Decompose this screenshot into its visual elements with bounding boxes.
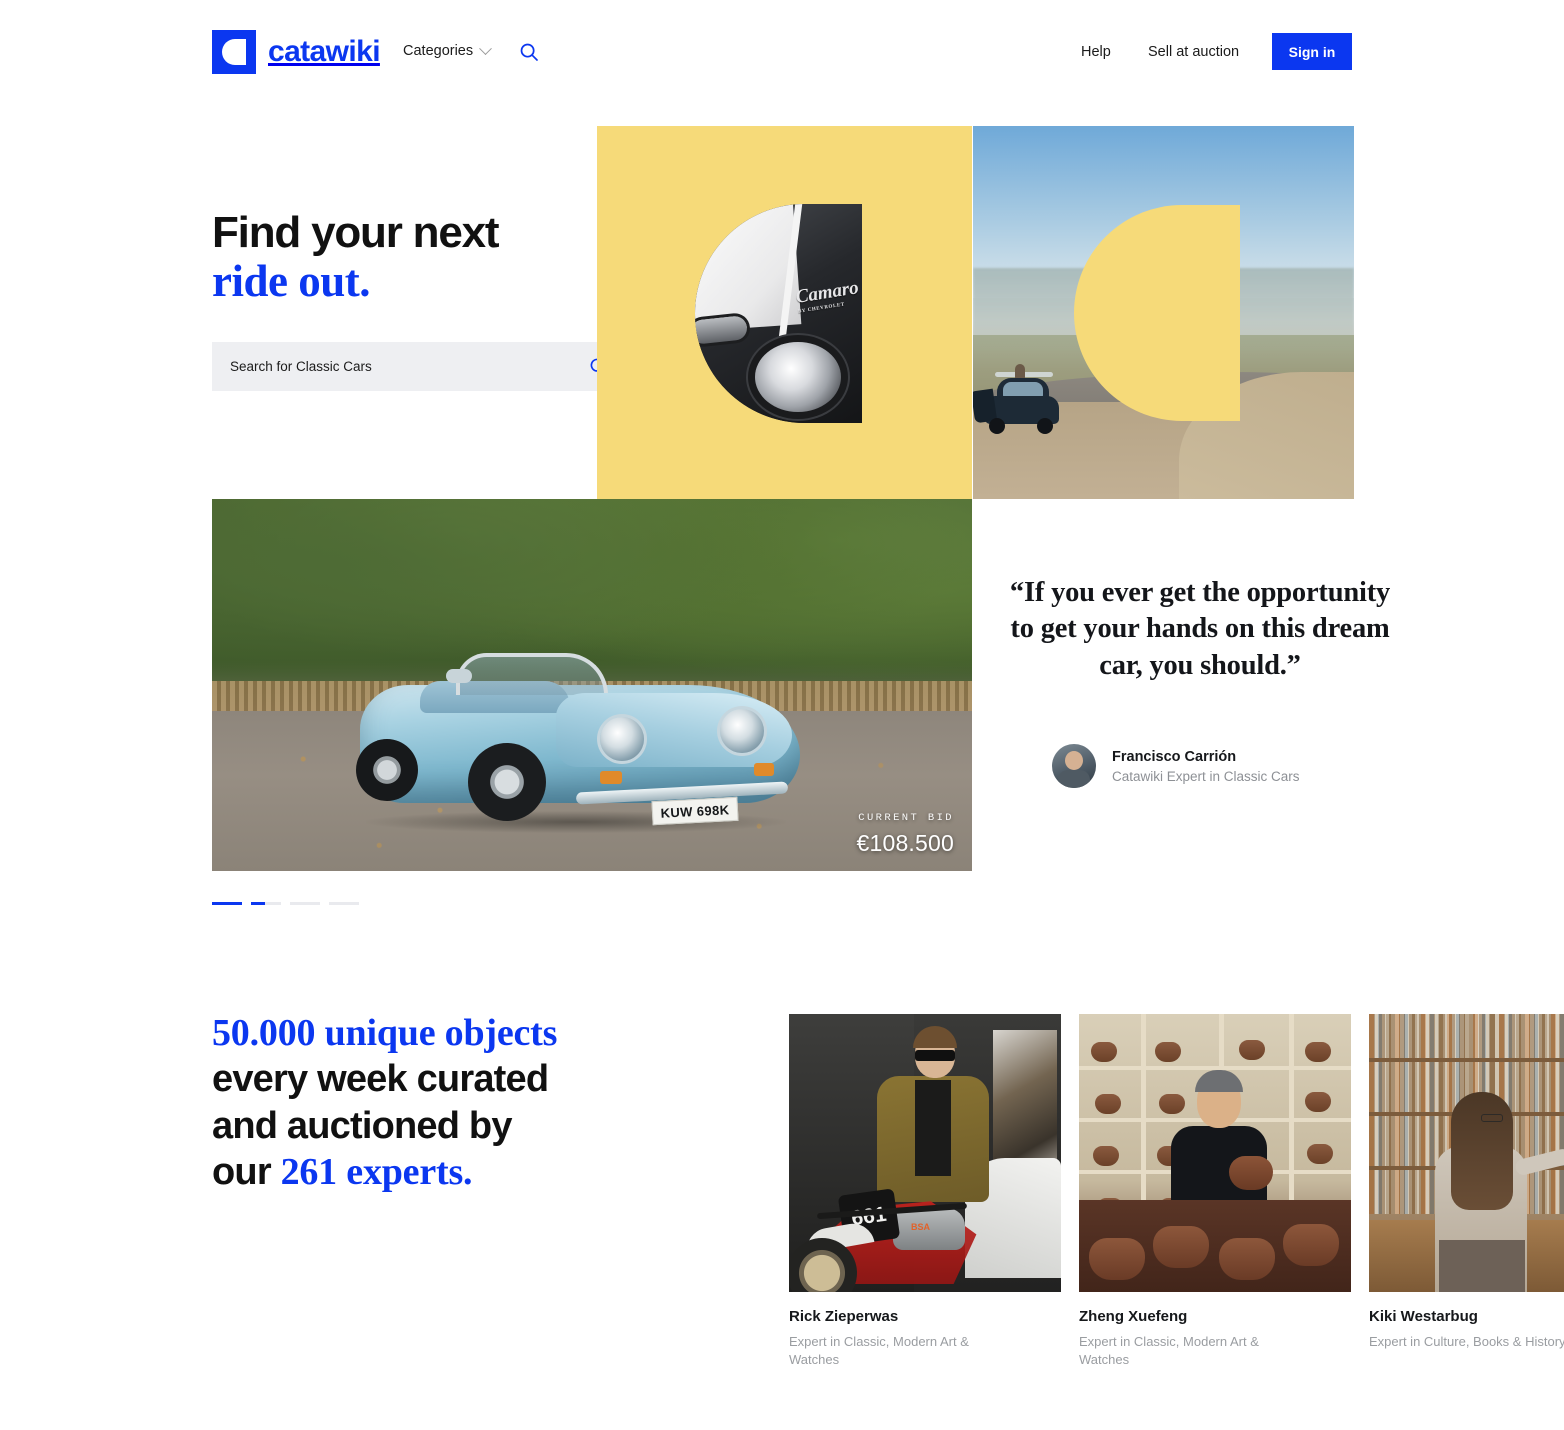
- expert-role: Expert in Culture, Books & History: [1369, 1334, 1564, 1349]
- current-bid-amount: €108.500: [856, 830, 954, 856]
- carousel-progress-bar-1[interactable]: [212, 902, 242, 905]
- carousel-progress-bar-3[interactable]: [290, 902, 320, 905]
- expert-role: Expert in Classic, Modern Art & Watches: [789, 1334, 969, 1367]
- experts-heading-count: 261 experts.: [280, 1151, 473, 1194]
- hero-heading-line2: ride out.: [212, 256, 371, 307]
- hero-image-camaro: Camaro BY CHEVROLET: [695, 204, 862, 423]
- hero-carousel-progress[interactable]: [212, 902, 359, 905]
- experts-heading-line4-prefix: our: [212, 1151, 281, 1194]
- porsche-356-speedster: KUW 698K: [356, 647, 800, 833]
- expert-role: Expert in Classic, Modern Art & Watches: [1079, 1334, 1259, 1367]
- search-input[interactable]: [212, 359, 574, 374]
- hero-image-porsche[interactable]: KUW 698K CURRENT BID €108.500: [212, 499, 972, 871]
- quote-text: “If you ever get the opportunity to get …: [1009, 577, 1391, 681]
- experts-heading-objects: 50.000 unique objects: [212, 1012, 558, 1054]
- expert-name: Rick Zieperwas: [789, 1308, 899, 1325]
- porsche-licence-plate: KUW 698K: [651, 796, 739, 826]
- quote-author-role: Catawiki Expert in Classic Cars: [1112, 768, 1300, 784]
- current-bid-overlay: CURRENT BID €108.500: [856, 807, 954, 857]
- hero-heading-line1: Find your next: [212, 208, 500, 257]
- carousel-progress-bar-4[interactable]: [329, 902, 359, 905]
- beetle-car: [973, 364, 1065, 434]
- carousel-progress-bar-2[interactable]: [251, 902, 281, 905]
- expert-name: Kiki Westarbug: [1369, 1308, 1478, 1325]
- expert-photo-zheng: [1079, 1014, 1351, 1292]
- camaro-headlamp: [755, 342, 841, 412]
- avatar: [1052, 744, 1096, 789]
- quote-author: Francisco Carrión Catawiki Expert in Cla…: [1000, 744, 1400, 789]
- experts-heading-line2: every week curated: [212, 1058, 549, 1101]
- expert-card[interactable]: Kiki Westarbug Expert in Culture, Books …: [1369, 1014, 1564, 1351]
- current-bid-label: CURRENT BID: [858, 812, 954, 824]
- quote-author-name: Francisco Carrión: [1112, 748, 1237, 765]
- hero-section: Find your next ride out. Camaro BY CHEVR…: [0, 0, 1564, 935]
- hero-search-bar[interactable]: [212, 342, 622, 391]
- expert-photo-rick: 661: [789, 1014, 1061, 1292]
- expert-card[interactable]: 661 Rick Zieperwas Expert in Classic, Mo…: [789, 1014, 1061, 1368]
- expert-quote-block: “If you ever get the opportunity to get …: [1000, 575, 1400, 789]
- expert-card[interactable]: Zheng Xuefeng Expert in Classic, Modern …: [1079, 1014, 1351, 1368]
- experts-heading-line3: and auctioned by: [212, 1104, 512, 1147]
- expert-name: Zheng Xuefeng: [1079, 1308, 1188, 1325]
- hero-heading: Find your next ride out.: [212, 208, 632, 307]
- expert-photo-kiki: [1369, 1014, 1564, 1292]
- experts-heading: 50.000 unique objects every week curated…: [212, 1010, 682, 1195]
